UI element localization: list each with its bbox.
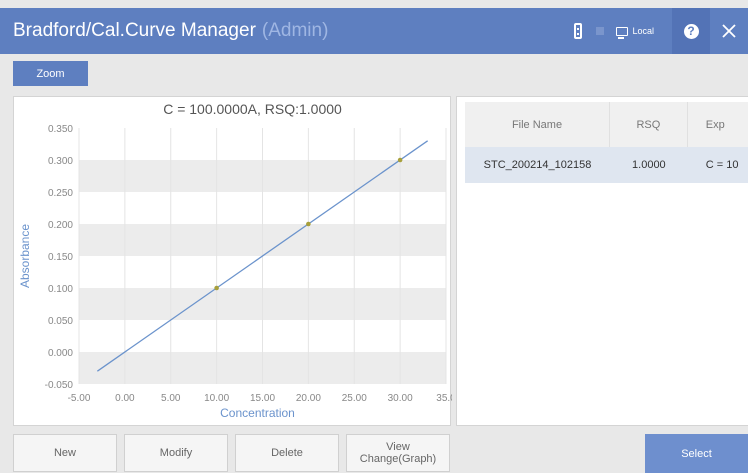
title-bar: Bradford/Cal.Curve Manager (Admin) Local … bbox=[0, 8, 748, 54]
window-title: Bradford/Cal.Curve Manager (Admin) bbox=[0, 20, 328, 42]
y-tick-label: 0.300 bbox=[48, 156, 73, 167]
cell-expression: C = 10 bbox=[705, 159, 739, 171]
user-role-label: (Admin) bbox=[261, 20, 329, 41]
new-button[interactable]: New bbox=[13, 434, 117, 472]
x-tick-label: 15.00 bbox=[250, 393, 275, 404]
y-tick-label: 0.050 bbox=[48, 316, 73, 327]
y-tick-label: 0.200 bbox=[48, 220, 73, 231]
y-tick-label: 0.350 bbox=[48, 124, 73, 135]
column-header-file-name[interactable]: File Name bbox=[465, 102, 610, 147]
x-tick-label: 30.00 bbox=[388, 393, 413, 404]
x-axis-label: Concentration bbox=[220, 406, 295, 420]
status-indicator bbox=[596, 27, 605, 35]
data-point bbox=[397, 157, 403, 163]
window-title-text: Bradford/Cal.Curve Manager bbox=[13, 20, 256, 41]
y-tick-label: 0.100 bbox=[48, 284, 73, 295]
view-change-label-line1: View bbox=[386, 441, 410, 453]
column-header-rsq[interactable]: RSQ bbox=[610, 102, 688, 147]
x-tick-label: 35.0 bbox=[436, 393, 452, 404]
x-tick-label: 20.00 bbox=[296, 393, 321, 404]
select-button[interactable]: Select bbox=[645, 434, 748, 473]
view-change-graph-button[interactable]: View Change(Graph) bbox=[346, 434, 450, 472]
monitor-icon bbox=[616, 26, 629, 39]
table-row[interactable]: STC_200214_102158 1.0000 C = 10 bbox=[465, 147, 748, 183]
close-icon bbox=[722, 24, 736, 38]
x-tick-label: -5.00 bbox=[68, 393, 91, 404]
cell-rsq: 1.0000 bbox=[632, 159, 666, 171]
y-tick-label: 0.150 bbox=[48, 252, 73, 263]
local-mode-label: Local bbox=[632, 26, 654, 36]
y-tick-label: -0.050 bbox=[45, 380, 74, 391]
curve-file-panel: File Name RSQ Exp STC_200214_102158 1.00… bbox=[456, 96, 748, 426]
y-axis-label: Absorbance bbox=[18, 224, 32, 288]
calibration-chart: C = 100.0000A, RSQ:1.0000 0.350 0.300 0.250… bbox=[18, 101, 452, 420]
cell-file-name: STC_200214_102158 bbox=[483, 159, 592, 171]
usb-icon[interactable] bbox=[566, 8, 590, 54]
calibration-chart-panel: C = 100.0000A, RSQ:1.0000 0.350 0.300 0.250… bbox=[13, 96, 452, 426]
data-point bbox=[214, 285, 219, 291]
column-header-expression[interactable]: Exp bbox=[688, 102, 748, 147]
x-tick-label: 25.00 bbox=[342, 393, 367, 404]
x-tick-label: 10.00 bbox=[204, 393, 229, 404]
x-tick-label: 5.00 bbox=[161, 393, 181, 404]
local-mode-button[interactable]: Local bbox=[616, 26, 654, 39]
data-point bbox=[306, 221, 311, 227]
help-icon: ? bbox=[683, 23, 699, 39]
table-header: File Name RSQ Exp bbox=[465, 102, 748, 147]
title-bar-controls: Local ? bbox=[566, 8, 748, 54]
zoom-button[interactable]: Zoom bbox=[13, 61, 88, 86]
chart-title: C = 100.0000A, RSQ:1.0000 bbox=[163, 101, 342, 117]
help-button[interactable]: ? bbox=[672, 8, 710, 54]
delete-button[interactable]: Delete bbox=[235, 434, 339, 472]
close-button[interactable] bbox=[710, 8, 748, 54]
x-tick-label: 0.00 bbox=[115, 393, 135, 404]
modify-button[interactable]: Modify bbox=[124, 434, 228, 472]
y-tick-label: 0.000 bbox=[48, 348, 73, 359]
view-change-label-line2: Change(Graph) bbox=[359, 453, 437, 465]
y-tick-label: 0.250 bbox=[48, 188, 73, 199]
